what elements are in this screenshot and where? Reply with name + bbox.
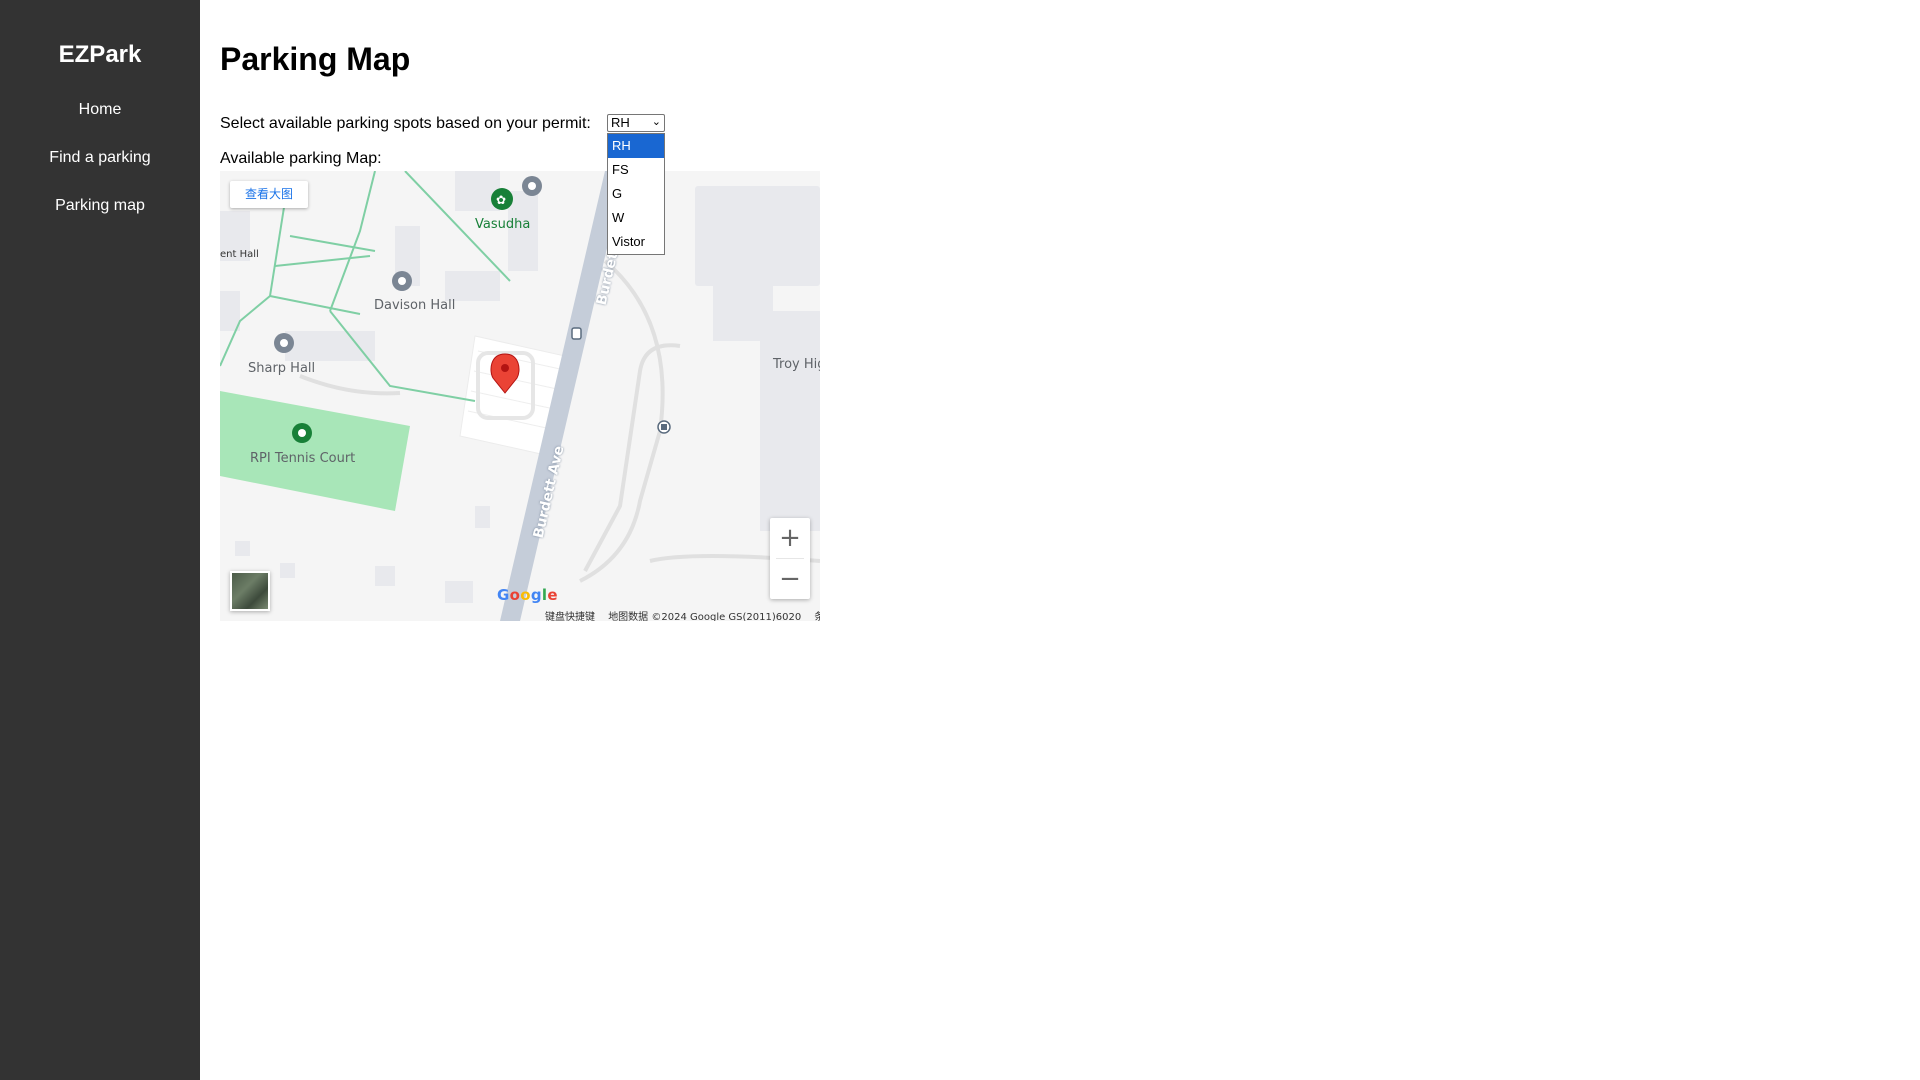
zoom-out-icon[interactable]: − <box>770 559 810 599</box>
permit-selected-value: RH <box>611 115 630 130</box>
svg-text:✿: ✿ <box>496 193 506 207</box>
poi-label-tennis-court[interactable]: RPI Tennis Court <box>250 451 355 466</box>
map-label: Available parking Map: <box>220 150 382 167</box>
poi-label-vasudha[interactable]: Vasudha <box>475 217 530 232</box>
bus-stop-icon <box>657 420 671 434</box>
permit-row: Select available parking spots based on … <box>220 114 820 255</box>
keyboard-shortcuts-link[interactable]: 键盘快捷键 <box>545 612 595 621</box>
view-larger-map-button[interactable]: 查看大图 <box>230 181 308 208</box>
map-data-credit: 地图数据 ©2024 Google GS(2011)6020 <box>608 612 802 621</box>
permit-option-rh[interactable]: RH <box>608 134 664 158</box>
main-content: Parking Map Select available parking spo… <box>220 0 820 621</box>
satellite-layer-toggle[interactable] <box>230 571 270 611</box>
nav-parking-map[interactable]: Parking map <box>0 194 200 218</box>
permit-dropdown-list: RH FS G W Vistor <box>607 133 665 255</box>
zoom-controls: + − <box>770 518 810 599</box>
map-canvas[interactable]: ✿ <box>220 171 820 621</box>
permit-option-vistor[interactable]: Vistor <box>608 230 664 254</box>
poi-label-ent-hall[interactable]: ent Hall <box>220 249 259 260</box>
permit-option-w[interactable]: W <box>608 206 664 230</box>
sidebar: EZPark Home Find a parking Parking map <box>0 0 200 1080</box>
chevron-down-icon: ⌄ <box>651 116 661 128</box>
permit-select[interactable]: RH ⌄ <box>607 114 665 132</box>
permit-label: Select available parking spots based on … <box>220 115 591 132</box>
nav-find-parking[interactable]: Find a parking <box>0 146 200 170</box>
permit-option-g[interactable]: G <box>608 182 664 206</box>
map-attribution: 键盘快捷键 地图数据 ©2024 Google GS(2011)6020 条款 <box>545 608 820 621</box>
bus-stop-icon <box>571 327 582 340</box>
terms-link[interactable]: 条款 <box>814 612 820 621</box>
permit-option-fs[interactable]: FS <box>608 158 664 182</box>
zoom-in-icon[interactable]: + <box>770 518 810 558</box>
poi-label-troy[interactable]: Troy Hig <box>773 357 820 372</box>
poi-label-davison-hall[interactable]: Davison Hall <box>374 298 455 313</box>
nav-home[interactable]: Home <box>0 98 200 122</box>
sidebar-nav: Home Find a parking Parking map <box>0 98 200 218</box>
page-title: Parking Map <box>220 41 411 77</box>
poi-label-sharp-hall[interactable]: Sharp Hall <box>248 361 315 376</box>
parking-map[interactable]: ✿ 查看大图 Vasudha Davison Hall Sharp Hall R… <box>220 171 820 621</box>
brand-logo: EZPark <box>58 41 142 68</box>
google-logo: Google <box>497 586 558 604</box>
